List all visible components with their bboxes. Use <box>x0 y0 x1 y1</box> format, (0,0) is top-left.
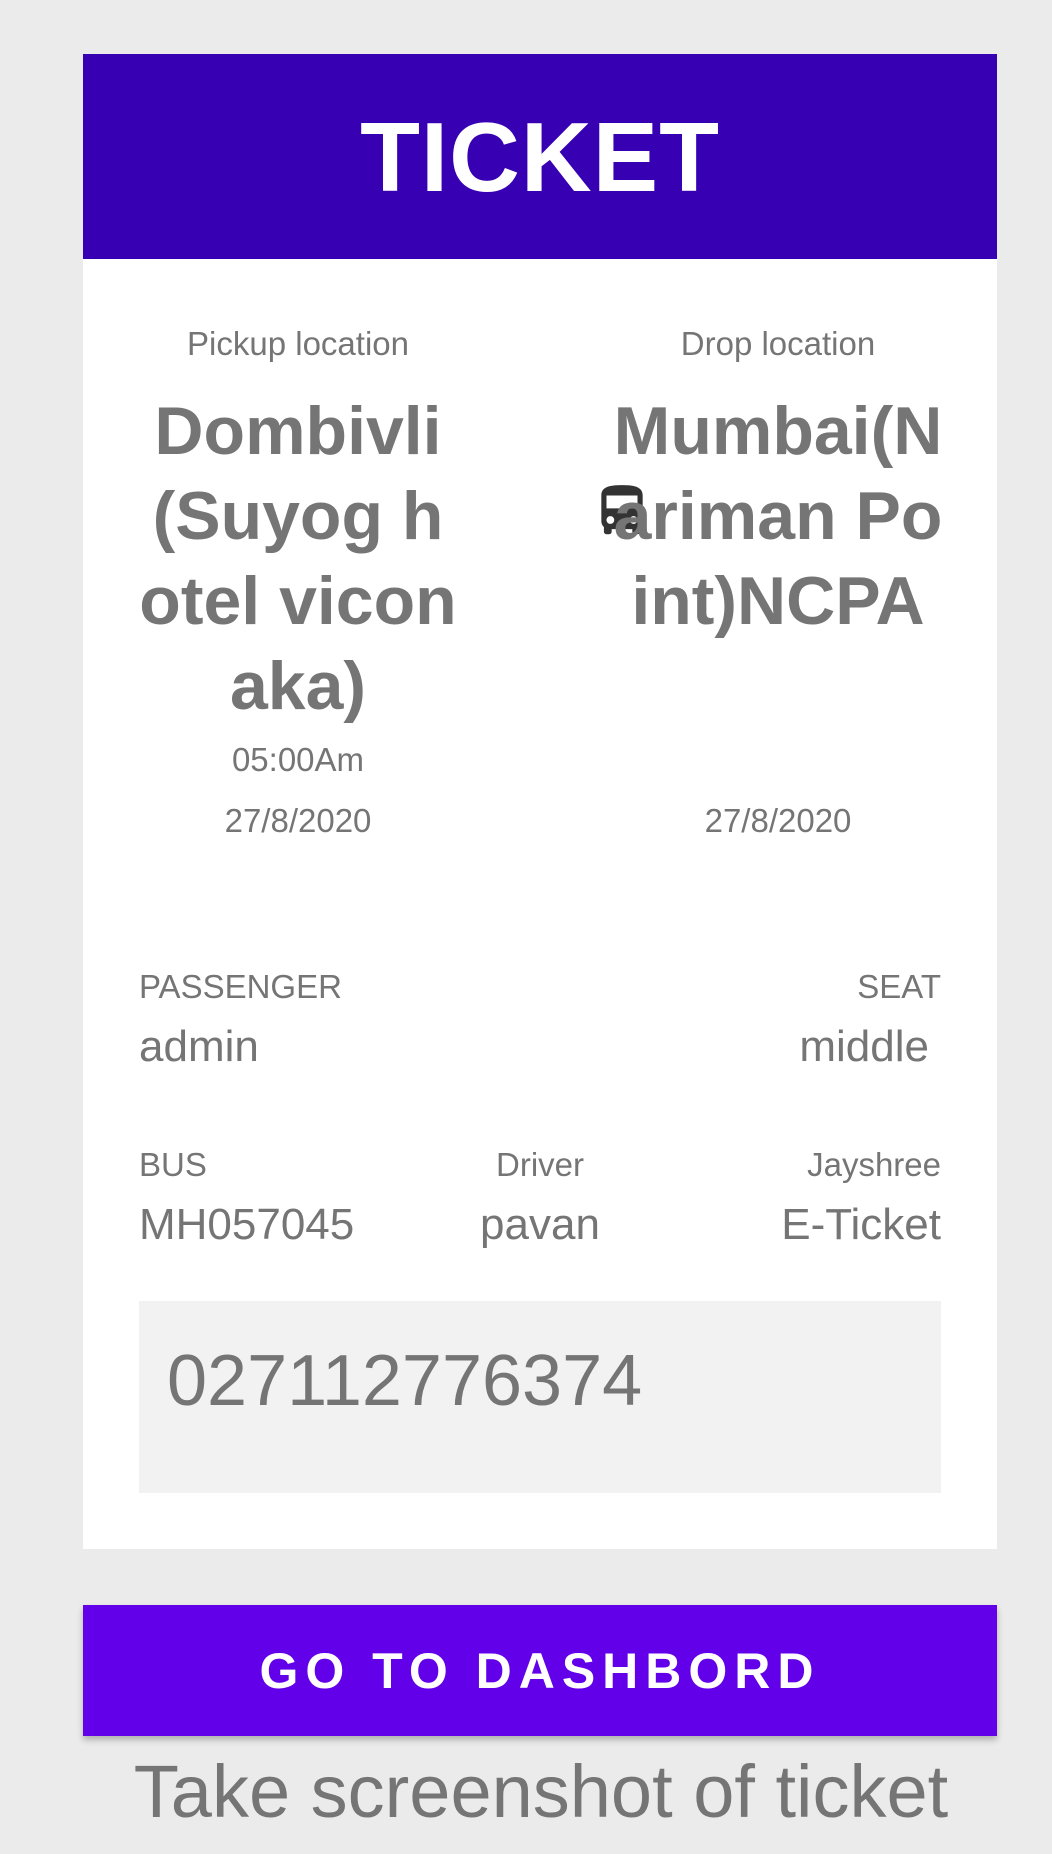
pickup-date: 27/8/2020 <box>224 802 372 839</box>
drop-section: Drop location Mumbai(Nariman Point)NCPA … <box>613 319 943 851</box>
drop-date: 27/8/2020 <box>704 802 852 839</box>
screenshot-hint: Take screenshot of ticket <box>133 1750 949 1833</box>
ticket-screen: TICKET Pickup location Dombivli(Suyog ho… <box>0 0 1052 1854</box>
seat-label: SEAT <box>857 968 941 1005</box>
ticket-number-box: 027112776374 <box>139 1301 941 1493</box>
pickup-label: Pickup location <box>187 325 409 362</box>
ticket-header: TICKET <box>83 54 997 259</box>
pickup-location-name: Dombivli(Suyog hotel viconaka) <box>139 393 457 724</box>
passenger-seat-row: PASSENGER admin SEAT middle <box>139 967 941 1087</box>
ticket-title: TICKET <box>360 101 720 212</box>
go-to-dashboard-button[interactable]: GO TO DASHBORD <box>83 1605 997 1736</box>
drop-time <box>613 729 943 790</box>
passenger-value: admin <box>139 1022 259 1071</box>
operator-label: Jayshree <box>807 1146 941 1183</box>
bus-driver-row: BUS MH057045 Driver pavan Jayshree E-Tic… <box>139 1145 941 1265</box>
ticket-card: TICKET Pickup location Dombivli(Suyog ho… <box>83 54 997 1549</box>
ticket-type-value: E-Ticket <box>781 1200 941 1249</box>
pickup-time: 05:00Am <box>231 741 365 778</box>
drop-location-name: Mumbai(Nariman Point)NCPA <box>613 393 943 639</box>
drop-label: Drop location <box>680 325 876 362</box>
passenger-label: PASSENGER <box>139 968 342 1005</box>
ticket-number: 027112776374 <box>167 1341 643 1421</box>
seat-value: middle <box>799 1022 929 1071</box>
pickup-section: Pickup location Dombivli(Suyog hotel vic… <box>133 319 463 851</box>
